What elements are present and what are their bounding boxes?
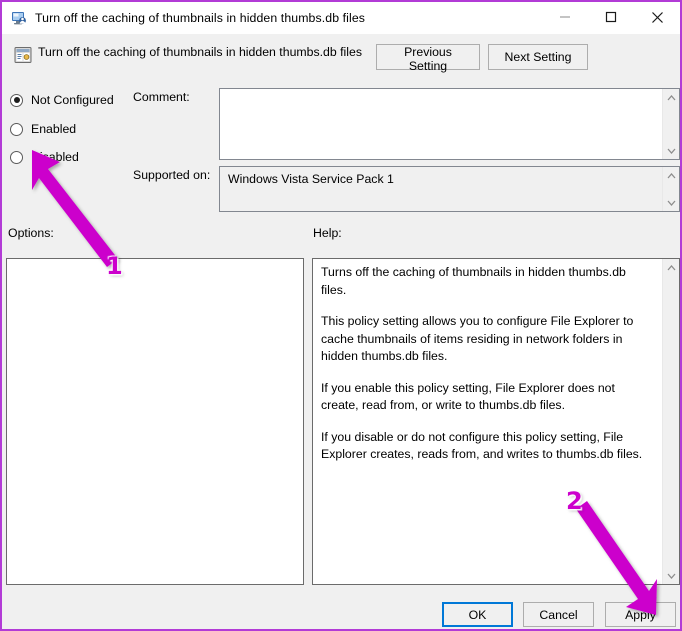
help-paragraph: Turns off the caching of thumbnails in h…	[321, 265, 626, 297]
options-panel[interactable]	[6, 258, 304, 585]
window-title: Turn off the caching of thumbnails in hi…	[35, 11, 366, 25]
help-paragraph: If you enable this policy setting, File …	[321, 380, 615, 413]
radio-indicator-disabled	[10, 150, 23, 164]
scroll-down-icon[interactable]	[663, 567, 679, 584]
comment-label: Comment:	[133, 90, 190, 104]
help-scrollbar[interactable]	[662, 259, 679, 584]
help-panel: Turns off the caching of thumbnails in h…	[312, 258, 680, 585]
not-configured-radio-button[interactable]: Not Configured	[10, 91, 114, 109]
minimize-icon	[560, 16, 570, 18]
help-label: Help:	[313, 226, 342, 240]
scroll-up-icon[interactable]	[663, 259, 679, 276]
scroll-down-icon[interactable]	[663, 194, 680, 211]
scroll-up-icon[interactable]	[663, 167, 680, 184]
maximize-button[interactable]	[588, 2, 634, 32]
disabled-label: Disabled	[31, 150, 79, 164]
apply-button[interactable]: Apply	[605, 602, 676, 627]
radio-indicator-enabled	[10, 122, 23, 136]
computer-policy-icon	[11, 10, 27, 26]
enabled-label: Enabled	[31, 122, 77, 136]
cancel-button[interactable]: Cancel	[523, 602, 594, 627]
minimize-button[interactable]	[542, 2, 588, 32]
group-policy-setting-icon	[14, 46, 32, 64]
setting-header: Turn off the caching of thumbnails in hi…	[4, 34, 680, 86]
group-policy-setting-dialog: Turn off the caching of thumbnails in hi…	[0, 0, 682, 631]
help-paragraph: If you disable or do not configure this …	[321, 429, 643, 462]
options-label: Options:	[8, 226, 54, 240]
scroll-up-icon[interactable]	[663, 89, 680, 106]
setting-title: Turn off the caching of thumbnails in hi…	[38, 45, 363, 59]
supported-on-value: Windows Vista Service Pack 1	[228, 172, 394, 186]
supported-on-field: Windows Vista Service Pack 1	[219, 166, 680, 212]
scroll-down-icon[interactable]	[663, 142, 680, 159]
comment-scrollbar[interactable]	[662, 89, 679, 159]
help-paragraph: This policy setting allows you to config…	[321, 314, 634, 363]
close-icon	[651, 11, 663, 23]
not-configured-label: Not Configured	[31, 93, 114, 107]
help-text: Turns off the caching of thumbnails in h…	[321, 264, 646, 478]
disabled-radio-button[interactable]: Disabled	[10, 148, 79, 166]
supported-on-scrollbar[interactable]	[662, 167, 679, 211]
close-button[interactable]	[634, 2, 680, 32]
arrow-to-disabled-radio	[32, 150, 118, 267]
maximize-icon	[605, 11, 617, 23]
supported-on-label: Supported on:	[133, 168, 211, 182]
ok-button[interactable]: OK	[442, 602, 513, 627]
radio-indicator-not-configured	[10, 93, 23, 107]
title-bar: Turn off the caching of thumbnails in hi…	[2, 2, 680, 34]
next-setting-button[interactable]: Next Setting	[488, 44, 588, 70]
comment-textarea[interactable]	[219, 88, 680, 160]
previous-setting-button[interactable]: Previous Setting	[376, 44, 480, 73]
enabled-radio-button[interactable]: Enabled	[10, 120, 76, 138]
